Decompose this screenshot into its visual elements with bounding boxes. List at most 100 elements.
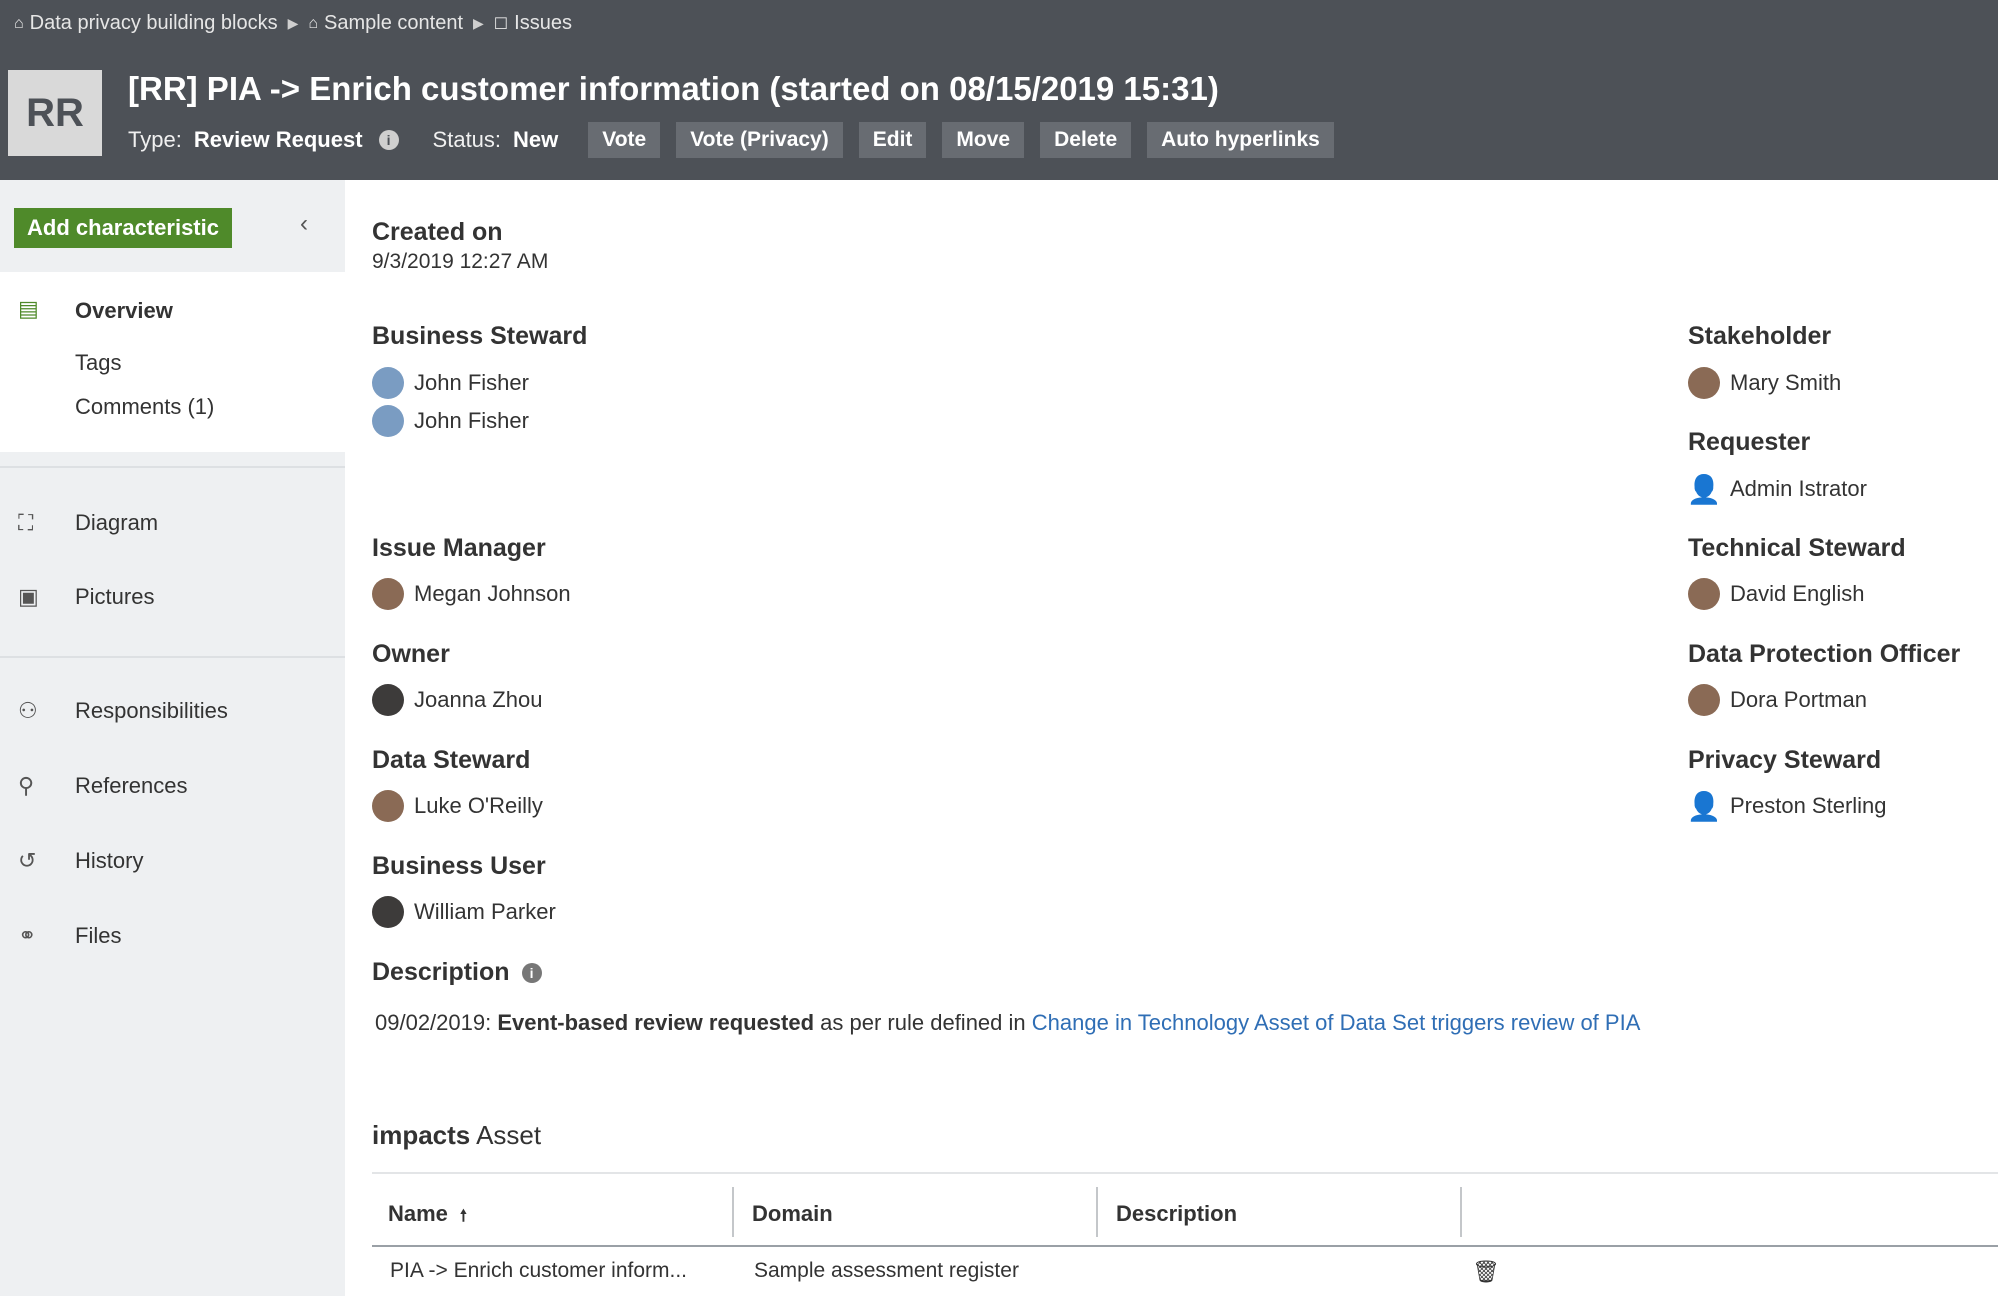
avatar: [372, 684, 404, 716]
breadcrumb-item-community[interactable]: ⌂ Data privacy building blocks: [14, 12, 278, 35]
created-on-label: Created on: [372, 218, 503, 246]
issue-manager-label: Issue Manager: [372, 534, 546, 562]
overview-icon: ▤: [18, 296, 39, 321]
description-date: 09/02/2019:: [375, 1010, 492, 1035]
column-divider[interactable]: [1460, 1187, 1462, 1237]
dpo-label: Data Protection Officer: [1688, 640, 1961, 668]
person-data-steward[interactable]: Luke O'Reilly: [372, 790, 543, 822]
description-bold: Event-based review requested: [497, 1010, 815, 1035]
impacts-text: Asset: [476, 1120, 542, 1150]
table-row[interactable]: PIA -> Enrich customer inform... Sample …: [372, 1247, 1998, 1296]
column-header-description[interactable]: Description: [1116, 1201, 1237, 1227]
stakeholder-label: Stakeholder: [1688, 322, 1832, 350]
move-button[interactable]: Move: [942, 122, 1025, 158]
person-name: Dora Portman: [1730, 687, 1867, 712]
avatar: [1688, 578, 1720, 610]
person-name: John Fisher: [414, 370, 529, 395]
type-label: Type:: [128, 127, 182, 152]
sidebar-item-history[interactable]: History: [75, 848, 143, 874]
person-technical-steward[interactable]: David English: [1688, 578, 1865, 610]
breadcrumb-label: Issues: [514, 12, 572, 34]
person-privacy-steward[interactable]: 👤 Preston Sterling: [1686, 790, 1887, 822]
breadcrumb-item-domain[interactable]: ⌂ Sample content: [308, 12, 463, 35]
person-name: Mary Smith: [1730, 370, 1842, 395]
sidebar-item-references[interactable]: References: [75, 773, 188, 799]
info-icon[interactable]: i: [521, 962, 542, 983]
person-business-steward-2[interactable]: John Fisher: [372, 405, 529, 437]
column-divider[interactable]: [732, 1187, 734, 1237]
created-on-value: 9/3/2019 12:27 AM: [372, 250, 549, 273]
person-name: John Fisher: [414, 408, 529, 433]
cell-domain: Sample assessment register: [754, 1259, 1019, 1282]
business-user-label: Business User: [372, 852, 546, 880]
description-label-row: Description i: [372, 958, 542, 987]
delete-button[interactable]: Delete: [1040, 122, 1132, 158]
avatar: [372, 405, 404, 437]
vote-privacy-button[interactable]: Vote (Privacy): [676, 122, 843, 158]
diagram-icon: ⛶: [18, 510, 34, 535]
person-name: Admin Istrator: [1730, 476, 1867, 501]
column-header-name[interactable]: Name 🠕: [388, 1201, 467, 1232]
divider: [0, 466, 345, 468]
vote-button[interactable]: Vote: [588, 122, 661, 158]
avatar: [372, 578, 404, 610]
sidebar-item-overview[interactable]: Overview: [75, 298, 173, 324]
meta-row: Type: Review Request i Status: New Vote …: [128, 122, 1334, 158]
breadcrumb-label: Sample content: [324, 12, 464, 34]
info-icon[interactable]: i: [378, 130, 399, 150]
person-owner[interactable]: Joanna Zhou: [372, 684, 542, 716]
column-divider[interactable]: [1096, 1187, 1098, 1237]
responsibilities-icon: ⚇: [18, 698, 38, 723]
sidebar-item-comments[interactable]: Comments (1): [75, 394, 214, 420]
edit-button[interactable]: Edit: [858, 122, 927, 158]
status-label: Status:: [432, 127, 502, 152]
sidebar-item-tags[interactable]: Tags: [75, 350, 121, 376]
sidebar-item-files[interactable]: Files: [75, 923, 121, 949]
auto-hyperlinks-button[interactable]: Auto hyperlinks: [1147, 122, 1334, 158]
user-icon: 👤: [1686, 790, 1722, 822]
sidebar-item-diagram[interactable]: Diagram: [75, 510, 158, 536]
avatar: [372, 790, 404, 822]
chevron-right-icon: ▶: [473, 15, 484, 31]
description-plain: as per rule defined in: [820, 1010, 1026, 1035]
person-issue-manager[interactable]: Megan Johnson: [372, 578, 571, 610]
person-stakeholder[interactable]: Mary Smith: [1688, 367, 1841, 399]
type-value: Review Request: [193, 127, 363, 152]
asset-type-avatar: RR: [8, 70, 102, 156]
user-icon: 👤: [1686, 473, 1722, 505]
cell-name[interactable]: PIA -> Enrich customer inform...: [390, 1259, 687, 1283]
impacts-bold: impacts: [372, 1120, 471, 1150]
description-text: 09/02/2019: Event-based review requested…: [375, 1010, 1640, 1036]
person-dpo[interactable]: Dora Portman: [1688, 684, 1867, 716]
breadcrumb-item-issues[interactable]: ☐ Issues: [494, 12, 572, 35]
add-characteristic-button[interactable]: Add characteristic: [14, 208, 232, 248]
community-icon: ⌂: [308, 14, 319, 32]
person-business-steward-1[interactable]: John Fisher: [372, 367, 529, 399]
person-name: Luke O'Reilly: [414, 793, 543, 818]
person-name: Joanna Zhou: [414, 687, 543, 712]
page-title: [RR] PIA -> Enrich customer information …: [128, 70, 1219, 107]
issues-icon: ☐: [493, 15, 509, 33]
sidebar-item-pictures[interactable]: Pictures: [75, 584, 154, 610]
chevron-left-icon[interactable]: ‹: [300, 210, 308, 238]
overview-section: ▤ Overview Tags Comments (1): [0, 272, 345, 452]
person-requester[interactable]: 👤 Admin Istrator: [1686, 473, 1867, 505]
description-label: Description: [372, 958, 510, 986]
divider: [0, 656, 345, 658]
avatar: [1688, 367, 1720, 399]
column-header-domain[interactable]: Domain: [752, 1201, 833, 1227]
trash-icon[interactable]: 🗑: [1472, 1259, 1500, 1285]
description-link[interactable]: Change in Technology Asset of Data Set t…: [1032, 1010, 1641, 1035]
person-business-user[interactable]: William Parker: [372, 896, 556, 928]
header-bar: ⌂ Data privacy building blocks ▶ ⌂ Sampl…: [0, 0, 1998, 180]
business-steward-label: Business Steward: [372, 322, 588, 350]
history-icon: ↺: [18, 848, 37, 873]
person-name: Preston Sterling: [1730, 793, 1887, 818]
avatar: [1688, 684, 1720, 716]
sidebar-item-responsibilities[interactable]: Responsibilities: [75, 698, 228, 724]
owner-label: Owner: [372, 640, 450, 668]
table-header: Name 🠕 Domain Description: [372, 1185, 1998, 1247]
chevron-right-icon: ▶: [287, 15, 299, 31]
impacts-heading: impacts Asset: [372, 1120, 541, 1151]
sidebar: Add characteristic ‹ ▤ Overview Tags Com…: [0, 180, 345, 1296]
